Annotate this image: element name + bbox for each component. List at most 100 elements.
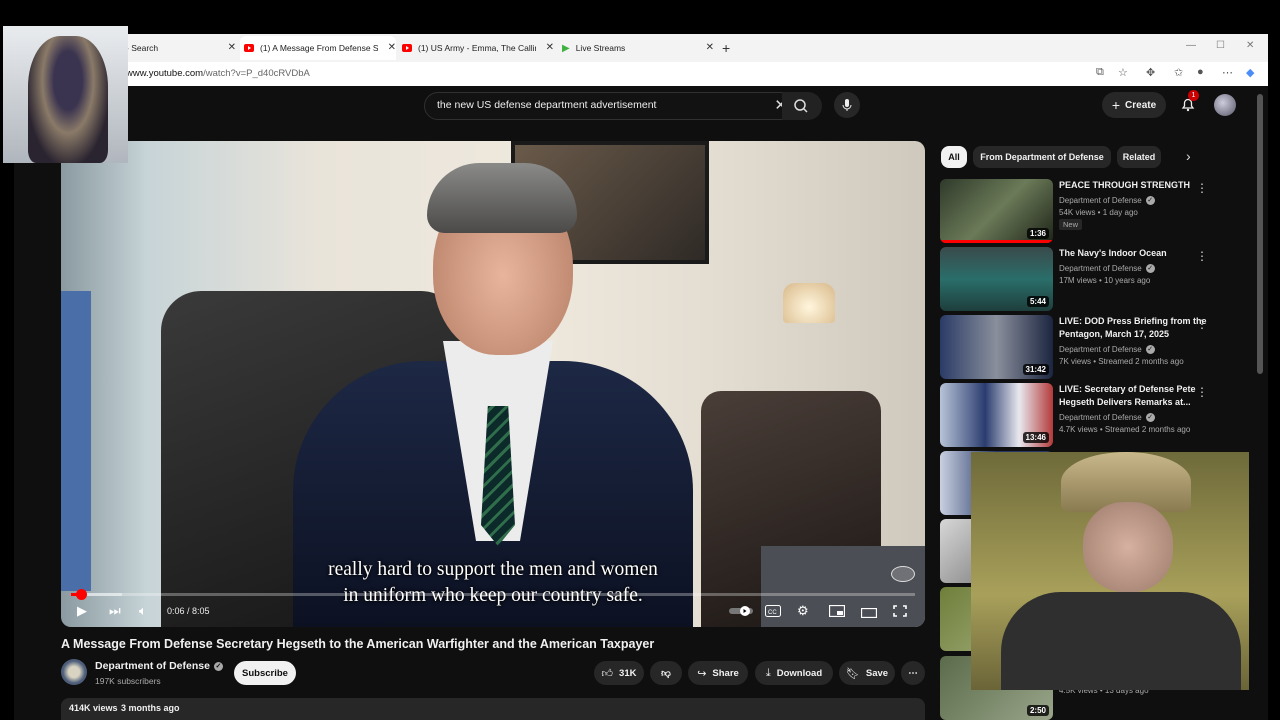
more-vertical-icon[interactable]: ⋮ — [1196, 249, 1208, 263]
scrollbar-thumb[interactable] — [1257, 94, 1263, 374]
captions-icon[interactable]: CC — [765, 605, 781, 620]
more-vertical-icon[interactable]: ⋮ — [1196, 317, 1208, 331]
recommendation-channel[interactable]: Department of Defense ✓ — [1059, 413, 1155, 423]
maximize-icon[interactable]: ☐ — [1216, 40, 1225, 51]
download-label: Download — [776, 667, 823, 679]
tab-title: - Search — [126, 43, 159, 53]
verified-check-icon: ✓ — [1145, 413, 1155, 423]
channel-text: Department of Defense — [1059, 264, 1142, 273]
theater-mode-icon[interactable] — [860, 606, 878, 621]
extensions-icon[interactable]: ✥ — [1146, 66, 1155, 79]
recommendation-channel[interactable]: Department of Defense ✓ — [1059, 264, 1155, 274]
tab-bar: - Search ✕ (1) A Message From Defense Se… — [14, 34, 1268, 62]
miniplayer-icon[interactable] — [828, 604, 846, 620]
fullscreen-icon[interactable] — [893, 605, 907, 620]
settings-gear-icon[interactable]: ⚙ — [797, 603, 809, 619]
address-bar[interactable]: www.youtube.com/watch?v=P_d40cRVDbA ⧉ ☆ … — [14, 62, 1268, 87]
recommendation-title[interactable]: PEACE THROUGH STRENGTH — [1059, 179, 1209, 192]
recommendation-channel[interactable]: Department of Defense ✓ — [1059, 345, 1155, 355]
account-avatar[interactable] — [1214, 94, 1236, 116]
recommendation-item[interactable]: 1:36 PEACE THROUGH STRENGTH Department o… — [940, 179, 1250, 243]
share-label: Share — [712, 667, 739, 679]
dislike-button[interactable]: 👎︎ — [650, 661, 682, 685]
verified-check-icon: ✓ — [213, 661, 223, 671]
close-icon[interactable]: ✕ — [388, 42, 396, 53]
search-icon — [794, 99, 808, 113]
chevron-right-icon[interactable]: › — [1186, 148, 1191, 164]
duration-badge: 1:36 — [1026, 228, 1049, 239]
copilot-icon[interactable]: ◆ — [1246, 66, 1254, 79]
next-icon[interactable]: ⏭ — [109, 603, 121, 619]
new-tab-button[interactable]: + — [722, 36, 730, 60]
favorites-icon[interactable]: ✩ — [1174, 66, 1183, 79]
search-input[interactable] — [435, 98, 759, 112]
play-icon[interactable]: ▶ — [77, 603, 87, 619]
verified-check-icon: ✓ — [1145, 345, 1155, 355]
profile-icon[interactable]: ● — [1197, 66, 1204, 78]
close-icon[interactable]: ✕ — [228, 42, 236, 53]
save-button[interactable]: 🔖︎ Save — [839, 661, 895, 685]
recommendation-meta: 4.7K views • Streamed 2 months ago — [1059, 425, 1191, 434]
webcam-shirt — [1001, 592, 1241, 690]
share-button[interactable]: ↪ Share — [688, 661, 748, 685]
video-thumbnail[interactable]: 31:42 — [940, 315, 1053, 379]
recommendation-item[interactable]: 5:44 The Navy's Indoor Ocean Department … — [940, 247, 1250, 311]
video-player[interactable]: really hard to support the men and women… — [61, 141, 925, 627]
tab-search[interactable]: - Search ✕ — [126, 36, 236, 60]
create-button[interactable]: + Create — [1102, 92, 1166, 118]
tab-us-army[interactable]: (1) US Army - Emma, The Calling ✕ — [400, 36, 554, 60]
chip-from-channel[interactable]: From Department of Defense — [973, 146, 1111, 168]
close-icon[interactable]: ✕ — [546, 42, 554, 53]
recommendation-channel[interactable]: Department of Defense ✓ — [1059, 196, 1155, 206]
search-button[interactable] — [782, 92, 822, 120]
page-scrollbar[interactable] — [1257, 86, 1263, 720]
verified-check-icon: ✓ — [1145, 264, 1155, 274]
progress-bar[interactable] — [71, 589, 915, 600]
recommendation-title[interactable]: LIVE: DOD Press Briefing from the Pentag… — [1059, 315, 1209, 341]
video-thumbnail[interactable]: 1:36 — [940, 179, 1053, 243]
duration-badge: 2:50 — [1026, 705, 1049, 716]
description-box[interactable]: 414K views 3 months ago — [61, 698, 925, 720]
subscribe-button[interactable]: Subscribe — [234, 661, 296, 685]
more-icon[interactable]: ⋯ — [1222, 66, 1233, 79]
channel-avatar[interactable] — [61, 659, 87, 685]
more-actions-button[interactable]: ⋯ — [901, 661, 925, 685]
more-vertical-icon[interactable]: ⋮ — [1196, 181, 1208, 195]
close-window-icon[interactable]: ✕ — [1246, 40, 1254, 51]
voice-search-button[interactable] — [834, 92, 860, 118]
chip-related[interactable]: Related — [1117, 146, 1161, 168]
new-badge: New — [1059, 219, 1083, 230]
video-thumbnail[interactable]: 5:44 — [940, 247, 1053, 311]
webcam-face — [1083, 502, 1173, 592]
like-button[interactable]: 👍︎ 31K — [594, 661, 644, 685]
url-text[interactable]: www.youtube.com/watch?v=P_d40cRVDbA — [126, 68, 310, 79]
tab-title: (1) US Army - Emma, The Calling — [418, 43, 536, 53]
recommendation-title[interactable]: LIVE: Secretary of Defense Pete Hegseth … — [1059, 383, 1209, 409]
subscriber-count: 197K subscribers — [95, 676, 161, 686]
chip-all[interactable]: All — [941, 146, 967, 168]
download-button[interactable]: ⤓ Download — [755, 661, 833, 685]
recommendation-item[interactable]: 31:42 LIVE: DOD Press Briefing from the … — [940, 315, 1250, 379]
thumbs-down-icon: 👎︎ — [661, 668, 671, 679]
open-in-app-icon[interactable]: ⧉ — [1096, 66, 1104, 79]
watched-progress — [940, 240, 1053, 243]
recommendation-item[interactable]: 13:46 LIVE: Secretary of Defense Pete He… — [940, 383, 1250, 447]
share-icon: ↪ — [697, 667, 707, 680]
url-path: /watch?v=P_d40cRVDbA — [203, 68, 310, 79]
webcam-overlay-left — [3, 26, 128, 163]
minimize-icon[interactable]: — — [1186, 40, 1196, 51]
tab-live-streams[interactable]: ▶ Live Streams ✕ — [560, 36, 714, 60]
channel-name[interactable]: Department of Defense ✓ — [95, 660, 223, 672]
recommendation-title[interactable]: The Navy's Indoor Ocean — [1059, 247, 1209, 260]
autoplay-toggle[interactable] — [729, 605, 753, 620]
volume-icon[interactable]: 🔈︎ — [139, 603, 147, 619]
video-title: A Message From Defense Secretary Hegseth… — [61, 637, 655, 651]
video-thumbnail[interactable]: 13:46 — [940, 383, 1053, 447]
tab-active-video[interactable]: (1) A Message From Defense Secre ✕ — [240, 36, 396, 60]
favorite-star-icon[interactable]: ☆ — [1118, 66, 1128, 79]
more-vertical-icon[interactable]: ⋮ — [1196, 385, 1208, 399]
plus-icon: + — [1111, 97, 1121, 113]
search-box[interactable]: ✕ — [424, 92, 794, 120]
close-icon[interactable]: ✕ — [706, 42, 714, 53]
channel-text: Department of Defense — [1059, 413, 1142, 422]
